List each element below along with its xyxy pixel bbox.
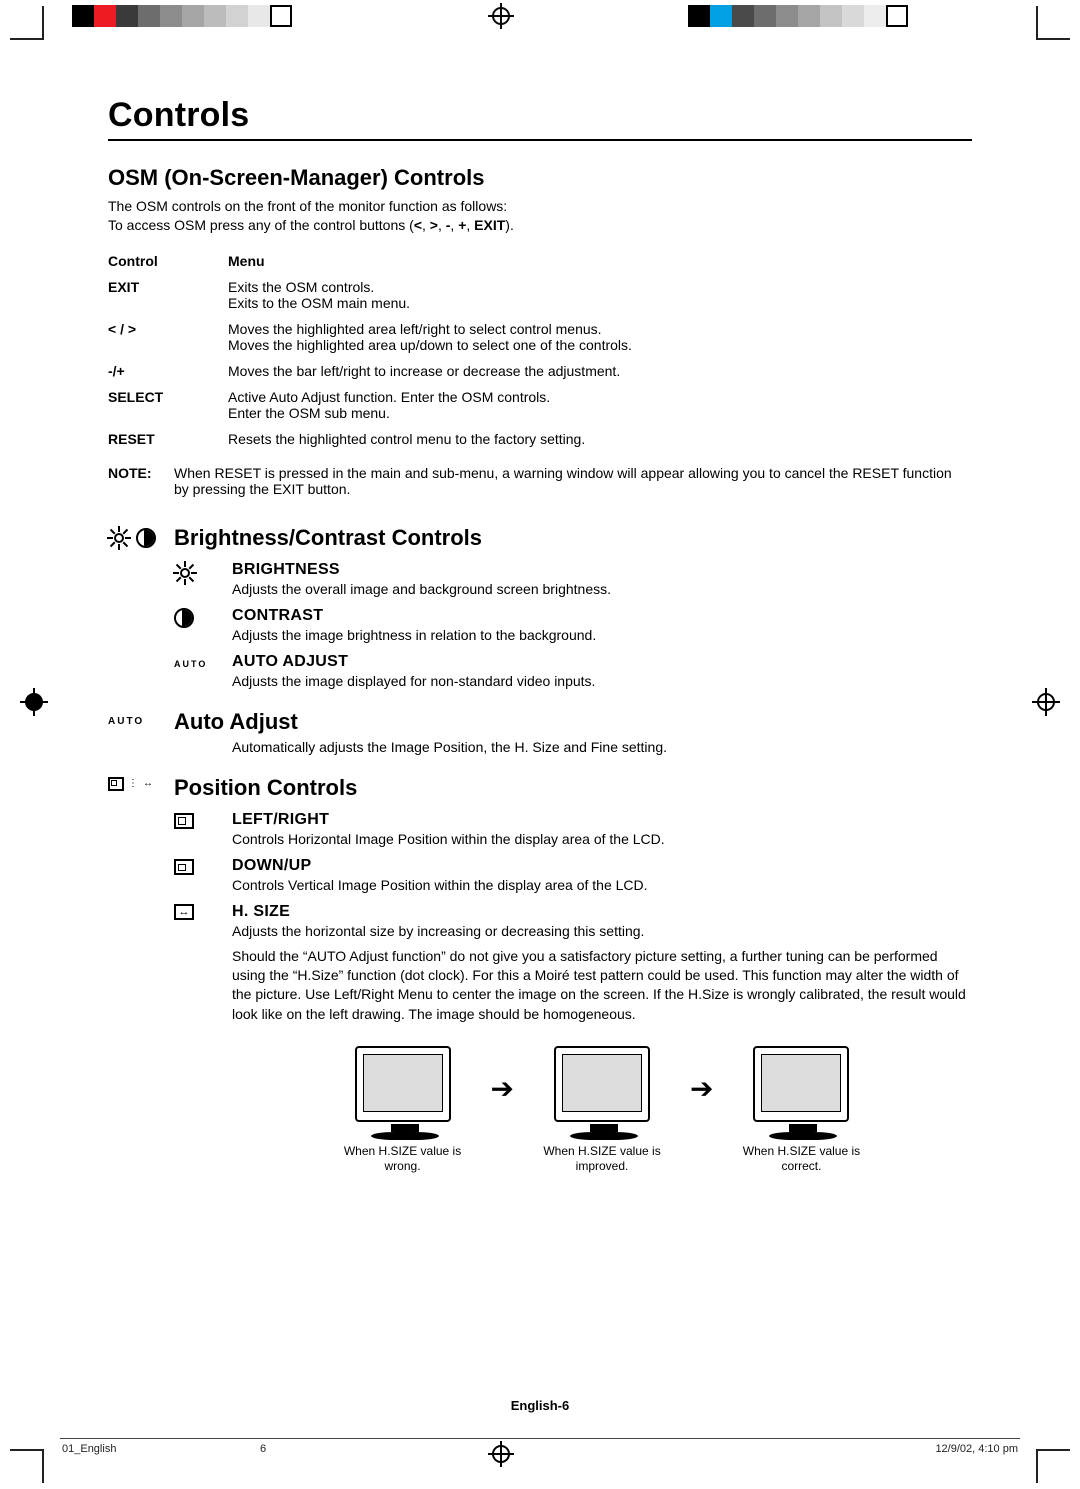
osm-control-table: Control Menu EXIT Exits the OSM controls…	[108, 253, 972, 447]
brightness-icon	[174, 562, 196, 584]
row-menu: Moves the bar left/right to increase or …	[228, 363, 972, 379]
meta-datetime: 12/9/02, 4:10 pm	[935, 1443, 1018, 1455]
sub-title: H. SIZE	[232, 903, 972, 921]
meta-pagenum: 6	[260, 1443, 266, 1455]
sub-down-up: DOWN/UP Controls Vertical Image Position…	[174, 857, 972, 893]
sub-hsize: ↔ H. SIZE Adjusts the horizontal size by…	[174, 903, 972, 1174]
crop-mark	[10, 6, 44, 40]
row-control: < / >	[108, 321, 228, 353]
hsize-fig-correct: When H.SIZE value is correct.	[731, 1046, 871, 1174]
hsize-illustration: When H.SIZE value is wrong. ➔ When H.SIZ…	[232, 1046, 972, 1174]
down-up-icon	[174, 859, 194, 875]
registration-cross-icon	[488, 3, 514, 29]
note-text: When RESET is pressed in the main and su…	[174, 465, 972, 497]
meta-filename: 01_English	[62, 1443, 116, 1455]
section-desc: Automatically adjusts the Image Position…	[232, 739, 972, 755]
registration-mark-icon	[20, 688, 48, 716]
row-menu: Exits the OSM controls. Exits to the OSM…	[228, 279, 972, 311]
position-icon: ⋮↔	[108, 777, 174, 791]
sub-title: DOWN/UP	[232, 857, 972, 875]
sub-title: LEFT/RIGHT	[232, 811, 972, 829]
auto-icon: AUTO	[108, 716, 144, 727]
osm-note: NOTE: When RESET is pressed in the main …	[108, 465, 972, 497]
arrow-right-icon: ➔	[491, 1072, 514, 1105]
table-row: RESET Resets the highlighted control men…	[108, 431, 972, 447]
sub-title: CONTRAST	[232, 607, 972, 625]
sub-desc: Adjusts the image displayed for non-stan…	[232, 673, 972, 689]
sub-desc: Adjusts the horizontal size by increasin…	[232, 923, 972, 939]
hsize-icon: ↔	[174, 904, 194, 920]
osm-intro: The OSM controls on the front of the mon…	[108, 197, 972, 235]
sub-desc: Controls Horizontal Image Position withi…	[232, 831, 972, 847]
hsize-fig-improved: When H.SIZE value is improved.	[532, 1046, 672, 1174]
page-title: Controls	[108, 96, 972, 141]
monitor-icon	[355, 1046, 451, 1122]
print-registration-strip	[0, 0, 1080, 36]
row-control: RESET	[108, 431, 228, 447]
row-control: SELECT	[108, 389, 228, 421]
table-header: Control Menu	[108, 253, 972, 269]
section-title: Brightness/Contrast Controls	[174, 525, 972, 551]
col-control: Control	[108, 253, 228, 269]
sub-title: BRIGHTNESS	[232, 561, 972, 579]
monitor-icon	[554, 1046, 650, 1122]
sub-left-right: LEFT/RIGHT Controls Horizontal Image Pos…	[174, 811, 972, 847]
osm-section-title: OSM (On-Screen-Manager) Controls	[108, 165, 972, 191]
brightness-icon	[108, 527, 130, 549]
hsize-fig-wrong: When H.SIZE value is wrong.	[333, 1046, 473, 1174]
auto-body: Automatically adjusts the Image Position…	[174, 737, 972, 755]
crop-mark	[10, 1449, 44, 1483]
print-meta-footer: 01_English 6 12/9/02, 4:10 pm	[60, 1438, 1020, 1459]
row-control: -/+	[108, 363, 228, 379]
col-menu: Menu	[228, 253, 972, 269]
sub-desc: Adjusts the image brightness in relation…	[232, 627, 972, 643]
crop-mark	[1036, 6, 1070, 40]
osm-intro-line1: The OSM controls on the front of the mon…	[108, 197, 972, 216]
registration-cross-icon	[488, 1441, 514, 1467]
section-title: Auto Adjust	[174, 709, 972, 735]
contrast-icon	[174, 608, 194, 628]
auto-icon: AUTO	[174, 659, 207, 669]
fig-caption: When H.SIZE value is correct.	[731, 1144, 871, 1174]
section-title: Position Controls	[174, 775, 972, 801]
sub-contrast: CONTRAST Adjusts the image brightness in…	[174, 607, 972, 643]
arrow-right-icon: ➔	[690, 1072, 713, 1105]
osm-intro-line2: To access OSM press any of the control b…	[108, 216, 972, 235]
table-row: -/+ Moves the bar left/right to increase…	[108, 363, 972, 379]
page-number: English-6	[0, 1398, 1080, 1413]
sub-title: AUTO ADJUST	[232, 653, 972, 671]
monitor-icon	[753, 1046, 849, 1122]
table-row: < / > Moves the highlighted area left/ri…	[108, 321, 972, 353]
section-position: ⋮↔ Position Controls LEFT/RIGHT Controls…	[108, 775, 972, 1174]
section-brightness-contrast: Brightness/Contrast Controls BRIGHTNESS …	[108, 525, 972, 689]
section-auto-adjust: AUTO Auto Adjust Automatically adjusts t…	[108, 709, 972, 755]
table-row: EXIT Exits the OSM controls. Exits to th…	[108, 279, 972, 311]
row-menu: Active Auto Adjust function. Enter the O…	[228, 389, 972, 421]
left-right-icon	[174, 813, 194, 829]
registration-mark-icon	[1032, 688, 1060, 716]
sub-desc2: Should the “AUTO Adjust function” do not…	[232, 947, 972, 1024]
table-row: SELECT Active Auto Adjust function. Ente…	[108, 389, 972, 421]
sub-auto-adjust: AUTO AUTO ADJUST Adjusts the image displ…	[174, 653, 972, 689]
crop-mark	[1036, 1449, 1070, 1483]
fig-caption: When H.SIZE value is wrong.	[333, 1144, 473, 1174]
row-control: EXIT	[108, 279, 228, 311]
sub-desc: Adjusts the overall image and background…	[232, 581, 972, 597]
row-menu: Moves the highlighted area left/right to…	[228, 321, 972, 353]
contrast-icon	[136, 528, 156, 548]
sub-desc: Controls Vertical Image Position within …	[232, 877, 972, 893]
note-label: NOTE:	[108, 465, 174, 497]
row-menu: Resets the highlighted control menu to t…	[228, 431, 972, 447]
sub-brightness: BRIGHTNESS Adjusts the overall image and…	[174, 561, 972, 597]
fig-caption: When H.SIZE value is improved.	[532, 1144, 672, 1174]
